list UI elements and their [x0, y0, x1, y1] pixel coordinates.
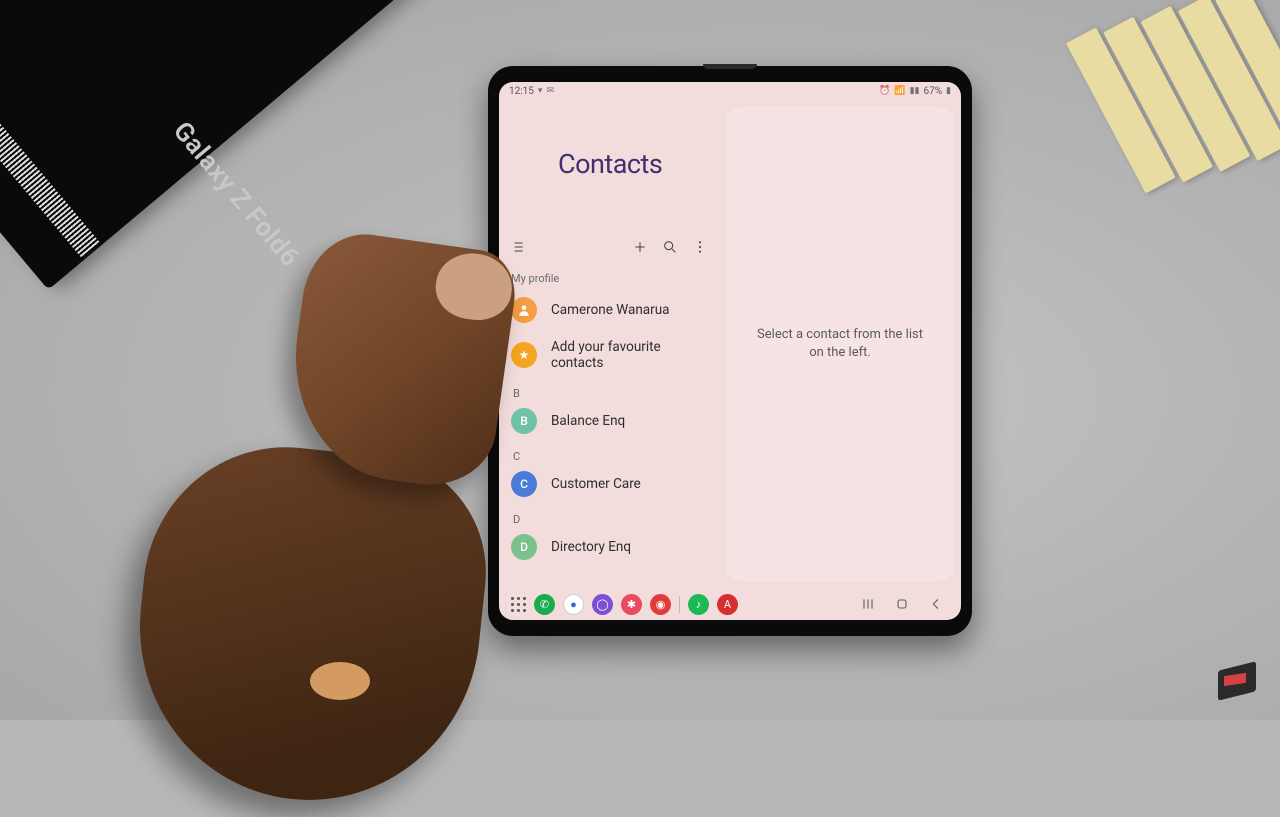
battery-icon: ▮: [946, 86, 951, 96]
status-time: 12:15: [509, 86, 534, 97]
nav-recent-button[interactable]: [855, 594, 881, 614]
wifi-icon: 📶: [894, 86, 905, 96]
box-label: Galaxy Z Fold6: [167, 116, 305, 273]
page-title: Contacts: [499, 104, 719, 180]
empty-state-message: Select a contact from the list on the le…: [729, 326, 951, 362]
browser-app-icon[interactable]: ◯: [592, 594, 613, 615]
detail-pane: Select a contact from the list on the le…: [725, 106, 955, 582]
letter-header-d: D: [499, 505, 719, 526]
contact-row[interactable]: D Directory Enq: [499, 526, 719, 568]
letter-header-b: B: [499, 379, 719, 400]
contacts-list-pane: Contacts: [499, 100, 719, 588]
contact-name: Camerone Wanarua: [551, 302, 670, 318]
avatar-icon: [511, 297, 537, 323]
spotify-app-icon[interactable]: ♪: [688, 594, 709, 615]
camera-app-icon[interactable]: ◉: [650, 594, 671, 615]
watermark-logo: [1218, 661, 1256, 700]
avatar-letter: B: [511, 408, 537, 434]
more-options-icon[interactable]: [691, 238, 709, 256]
add-favourites-row[interactable]: ★ Add your favourite contacts: [499, 331, 719, 379]
desk-surface: Galaxy Z Fold6 12:15 ▾ ✉ ⏰ 📶 ▮▮ 67% ▮: [0, 0, 1280, 720]
phone-app-icon[interactable]: ✆: [534, 594, 555, 615]
section-my-profile-label: My profile: [499, 262, 719, 289]
contact-name: Directory Enq: [551, 539, 631, 555]
contacts-app: Contacts: [499, 100, 961, 588]
search-icon[interactable]: [661, 238, 679, 256]
hand: [150, 220, 540, 740]
taskbar: ✆ ● ◯ ✱ ◉ ♪ A: [499, 588, 961, 620]
status-battery: 67%: [923, 86, 942, 97]
menu-icon[interactable]: [511, 238, 529, 256]
divider: [679, 596, 680, 613]
app-drawer-icon[interactable]: [511, 597, 526, 612]
add-contact-button[interactable]: [631, 238, 649, 256]
contact-name: Add your favourite contacts: [551, 339, 711, 371]
my-profile-row[interactable]: Camerone Wanarua: [499, 289, 719, 331]
signal-icon: ▮▮: [910, 86, 920, 96]
status-icon: ▾: [538, 86, 543, 96]
messages-app-icon[interactable]: ●: [563, 594, 584, 615]
status-bar: 12:15 ▾ ✉ ⏰ 📶 ▮▮ 67% ▮: [499, 82, 961, 100]
product-box: Galaxy Z Fold6: [0, 0, 416, 290]
contact-name: Customer Care: [551, 476, 641, 492]
wooden-object: [1066, 0, 1280, 220]
status-icon: ✉: [546, 86, 554, 96]
nav-home-button[interactable]: [889, 594, 915, 614]
toolbar: [499, 180, 719, 262]
avatar-letter: D: [511, 534, 537, 560]
contact-row[interactable]: B Balance Enq: [499, 400, 719, 442]
avatar-letter: C: [511, 471, 537, 497]
pdf-app-icon[interactable]: A: [717, 594, 738, 615]
alarm-icon: ⏰: [879, 86, 890, 96]
contact-row[interactable]: C Customer Care: [499, 463, 719, 505]
nav-back-button[interactable]: [923, 594, 949, 614]
app-icon[interactable]: ✱: [621, 594, 642, 615]
letter-header-c: C: [499, 442, 719, 463]
contact-name: Balance Enq: [551, 413, 625, 429]
box-barcode: [0, 75, 101, 259]
tablet-device: 12:15 ▾ ✉ ⏰ 📶 ▮▮ 67% ▮ Contacts: [488, 66, 972, 636]
star-icon: ★: [511, 342, 537, 368]
screen: 12:15 ▾ ✉ ⏰ 📶 ▮▮ 67% ▮ Contacts: [499, 82, 961, 620]
